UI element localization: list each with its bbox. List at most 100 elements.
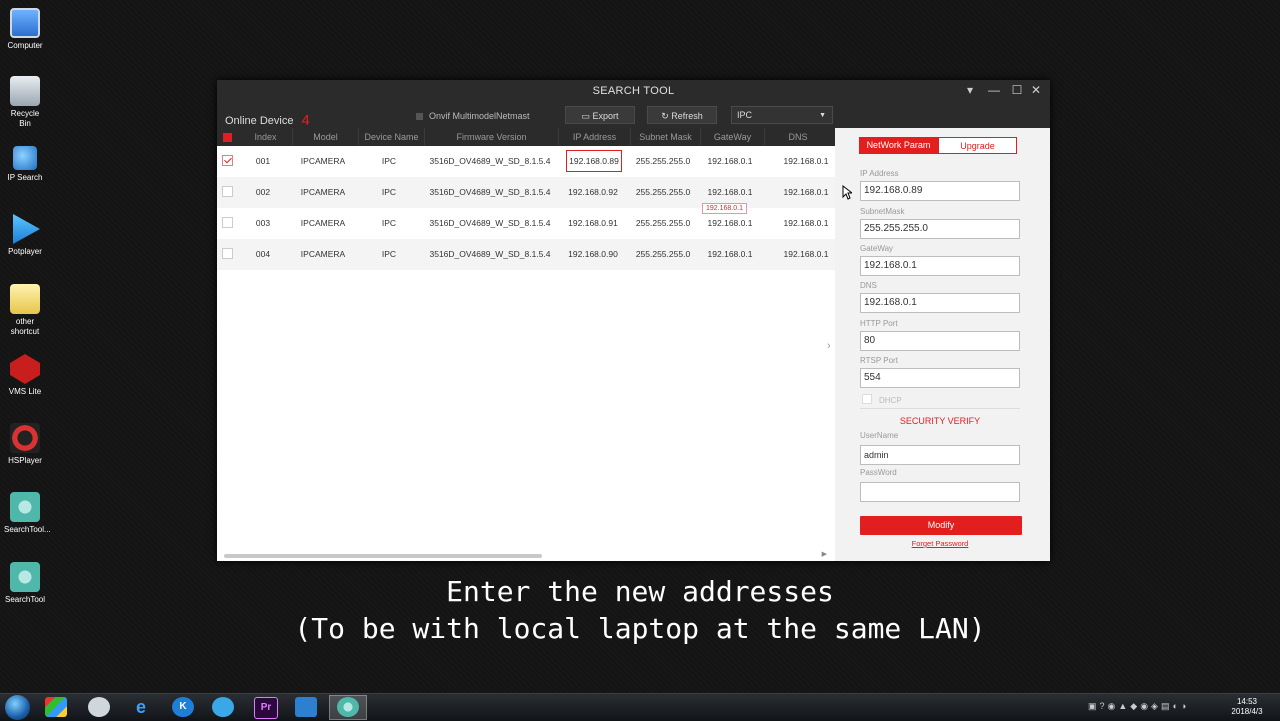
device-type-select[interactable]: IPC ▼ [731, 106, 833, 124]
onvif-option[interactable]: Onvif MultimodelNetmast [416, 111, 530, 121]
desktop-icon-label: Recycle Bin [10, 109, 40, 128]
online-device-count: 4 [301, 112, 310, 129]
desktop-icon-label: VMS Lite [8, 387, 42, 396]
desktop-icon-recycle-bin[interactable]: Recycle Bin [4, 76, 46, 129]
cell-dns: 192.168.0.1 [783, 187, 829, 197]
start-button[interactable] [5, 695, 30, 720]
app-icon-2[interactable] [88, 697, 110, 717]
export-icon: ▭ [581, 111, 593, 121]
minimize-button[interactable]: — [985, 82, 1003, 98]
desktop-icon-potplayer[interactable]: Potplayer [4, 214, 46, 257]
rtsp-port-input[interactable]: 554 [860, 368, 1020, 388]
close-button[interactable]: ✕ [1027, 82, 1045, 98]
clock[interactable]: 14:53 2018/4/3 [1222, 697, 1272, 717]
desktop-icon-hsplayer[interactable]: HSPlayer [4, 423, 46, 466]
potplayer-icon [13, 214, 40, 244]
horizontal-scrollbar[interactable] [224, 554, 542, 558]
chevron-right-icon[interactable]: › [827, 340, 831, 352]
internet-explorer-icon[interactable]: e [130, 697, 152, 717]
table-row[interactable]: 004 IPCAMERA IPC 3516D_OV4689_W_SD_8.1.5… [217, 239, 835, 270]
chevron-down-icon: ▼ [819, 112, 826, 119]
desktop-icon-label: IP Search [7, 173, 43, 182]
cell-model: IPCAMERA [300, 218, 346, 228]
desktop-icon-vms-lite[interactable]: VMS Lite [4, 354, 46, 397]
security-verify-heading: SECURITY VERIFY [899, 416, 981, 426]
recycle-bin-icon [10, 76, 40, 106]
hsplayer-icon [10, 423, 40, 453]
export-label: Export [592, 111, 619, 121]
desktop-icon-searchtool-1[interactable]: SearchTool... [4, 492, 51, 535]
row-checkbox[interactable] [222, 186, 233, 197]
cell-firmware: 3516D_OV4689_W_SD_8.1.5.4 [429, 187, 551, 197]
cell-device-name: IPC [381, 249, 397, 259]
title-bar[interactable]: SEARCH TOOL ▾ — ☐ ✕ [217, 80, 1050, 100]
desktop-icon-computer[interactable]: Computer [4, 8, 46, 51]
app-icon-k[interactable]: K [172, 697, 194, 717]
window-title: SEARCH TOOL [592, 85, 675, 97]
password-input[interactable] [860, 482, 1020, 502]
ip-address-input[interactable]: 192.168.0.89 [860, 181, 1020, 201]
tooltip: 192.168.0.1 [702, 203, 747, 214]
desktop-icon-other-shortcut[interactable]: other shortcut [4, 284, 46, 337]
cell-index: 002 [255, 187, 271, 197]
gateway-input[interactable]: 192.168.0.1 [860, 256, 1020, 276]
device-list: Index Model Device Name Firmware Version… [217, 128, 835, 561]
cell-model: IPCAMERA [300, 156, 346, 166]
app-icon-1[interactable] [45, 697, 67, 717]
system-tray-icons[interactable]: ▣?◉▲◆◉◈▤◐◑ [1088, 701, 1189, 712]
cell-index: 003 [255, 218, 271, 228]
tab-network-param[interactable]: NetWork Param [859, 137, 938, 154]
subnet-mask-input[interactable]: 255.255.255.0 [860, 219, 1020, 239]
clock-time: 14:53 [1236, 697, 1258, 706]
rtsp-port-label: RTSP Port [860, 356, 898, 365]
desktop-icon-label: HSPlayer [8, 456, 42, 465]
column-header-model[interactable]: Model [293, 128, 359, 146]
folder-icon [10, 284, 40, 314]
column-header-dns[interactable]: DNS [765, 128, 831, 146]
forget-password-link[interactable]: Forget Password [859, 539, 1021, 548]
cell-ip: 192.168.0.90 [568, 249, 618, 259]
desktop-icon-label: other shortcut [10, 317, 40, 336]
premiere-icon[interactable]: Pr [254, 697, 278, 719]
column-header-gateway[interactable]: GateWay [701, 128, 765, 146]
column-header-subnet[interactable]: Subnet Mask [631, 128, 701, 146]
column-header-firmware[interactable]: Firmware Version [425, 128, 559, 146]
onvif-label: Onvif MultimodelNetmast [429, 111, 530, 121]
row-checkbox[interactable] [222, 248, 233, 259]
row-checkbox[interactable] [222, 155, 233, 166]
toolbar: Online Device 4 Onvif MultimodelNetmast ▭… [217, 100, 1050, 129]
cell-ip-edit[interactable]: 192.168.0.89 [566, 150, 622, 172]
refresh-button[interactable]: ↻ Refresh [647, 106, 717, 124]
dns-input[interactable]: 192.168.0.1 [860, 293, 1020, 313]
dhcp-checkbox[interactable] [862, 394, 872, 404]
app-icon-bird[interactable] [212, 697, 234, 717]
tab-upgrade[interactable]: Upgrade [938, 137, 1017, 154]
export-button[interactable]: ▭ Export [565, 106, 635, 124]
taskbar-searchtool-active[interactable] [329, 695, 367, 720]
column-header-index[interactable]: Index [239, 128, 293, 146]
table-row[interactable]: 001 IPCAMERA IPC 3516D_OV4689_W_SD_8.1.5… [217, 146, 835, 177]
computer-icon [10, 8, 40, 38]
maximize-button[interactable]: ☐ [1008, 82, 1026, 98]
dhcp-option[interactable]: DHCP [862, 394, 902, 405]
username-label: UserName [860, 431, 899, 440]
ip-search-icon [13, 146, 37, 170]
cell-device-name: IPC [381, 218, 397, 228]
onvif-checkbox[interactable] [416, 113, 423, 120]
cell-model: IPCAMERA [300, 249, 346, 259]
desktop-icon-ip-search[interactable]: IP Search [4, 146, 46, 183]
select-all-checkbox[interactable] [223, 133, 232, 142]
column-header-ip[interactable]: IP Address [559, 128, 631, 146]
column-header-device-name[interactable]: Device Name [359, 128, 425, 146]
http-port-input[interactable]: 80 [860, 331, 1020, 351]
online-device-label: Online Device 4 [225, 111, 310, 129]
cell-index: 004 [255, 249, 271, 259]
modify-button[interactable]: Modify [860, 516, 1022, 535]
cell-dns: 192.168.0.1 [783, 249, 829, 259]
username-input[interactable]: admin [860, 445, 1020, 465]
row-checkbox[interactable] [222, 217, 233, 228]
window-menu-button[interactable]: ▾ [961, 82, 979, 98]
app-icon-network[interactable] [295, 697, 317, 717]
scroll-right-arrow-icon[interactable]: ▶ [822, 550, 827, 558]
network-param-panel: NetWork Param Upgrade IP Address 192.168… [835, 128, 1050, 561]
